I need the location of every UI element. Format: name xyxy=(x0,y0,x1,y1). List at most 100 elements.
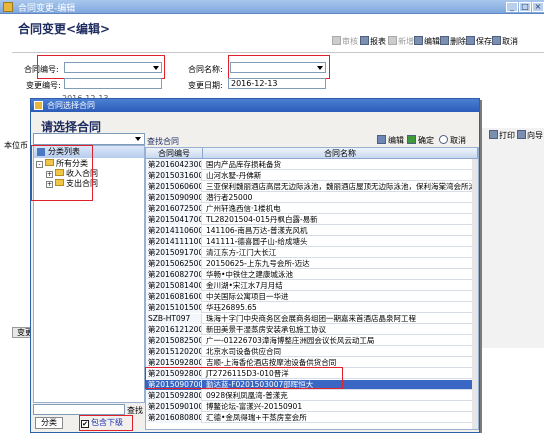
contract-name-cell: 潜行者25000 xyxy=(206,193,253,202)
toolbar-edit-button[interactable]: 编辑 xyxy=(414,36,440,48)
table-row[interactable]: 第201411110008<号> 141111-德喜圆子山-给成塘头 xyxy=(146,237,478,247)
edit-icon xyxy=(377,135,386,144)
grid-scrollbar[interactable] xyxy=(472,159,478,429)
wizard-icon xyxy=(517,130,526,139)
maximize-button[interactable]: □ xyxy=(519,2,531,12)
contract-name-cell: 国内产品库存损耗备货 xyxy=(206,160,281,169)
dialog-app-icon xyxy=(34,101,43,110)
toolbar-save-button[interactable]: 保存 xyxy=(466,36,492,48)
dialog-titlebar: 合同选择合同 xyxy=(31,99,479,112)
contract-no-cell: 第201508250002<号> xyxy=(146,336,202,346)
contract-no-cell: 第201411060007<号> xyxy=(146,226,202,236)
table-row[interactable]: 第201506250001<号> 20150625-上东九号会所-迈达 xyxy=(146,259,478,269)
contract-name-cell: 20150625-上东九号会所-迈达 xyxy=(206,259,310,268)
tree-search-input[interactable] xyxy=(33,404,125,415)
table-row[interactable]: 第201612120011<号> 新田美景干湿蒸房安装承包施工协议 xyxy=(146,325,478,335)
contract-no-cell: 第201503160004<号> xyxy=(146,171,202,181)
change-date-label: 变更日期: xyxy=(188,81,223,90)
contract-name-cell: TL28201504-015丹枫白露-易新 xyxy=(206,215,318,224)
contract-name-cell: 华畅•中铁住之建康城泳池 xyxy=(206,270,293,279)
page-title: 合同变更<编辑> xyxy=(18,22,111,36)
table-row[interactable]: 第201503160004<号> 山河水墅-丹佛斯 xyxy=(146,171,478,181)
change-date-input[interactable]: 2016-12-13 xyxy=(228,78,326,89)
save-icon xyxy=(466,36,475,45)
contract-no-cell: 第201608160007<号> xyxy=(146,292,202,302)
table-row[interactable]: 第201509010007<号> 博鳌论坛-富漾兴-20150901 xyxy=(146,402,478,412)
table-row[interactable]: 第201608270001<号> 华畅•中铁住之建康城泳池 xyxy=(146,270,478,280)
toolbar-report-button[interactable]: 报表 xyxy=(360,36,386,48)
table-row[interactable]: 第201510150003<号> 华珏26895.65 xyxy=(146,303,478,313)
contract-name-highlight xyxy=(228,55,330,79)
table-row[interactable]: 第201607250023<号> 广州轩逸西信·1楼机电 xyxy=(146,204,478,214)
cancel-icon xyxy=(439,135,448,144)
grid-header: 合同编号 合同名称 xyxy=(146,148,478,159)
window-title: 合同变更-编辑 xyxy=(18,4,76,14)
toolbar-divider xyxy=(12,52,544,53)
selected-row-highlight xyxy=(145,367,343,389)
contract-no-cell: 第201612120011<号> xyxy=(146,325,202,335)
contract-no-cell: SZB-HT097 xyxy=(146,314,202,324)
contract-name-cell: 广州轩逸西信·1楼机电 xyxy=(206,204,281,213)
contract-no-cell: 第201512020005<号> xyxy=(146,347,202,357)
wizard-button[interactable]: 向导 xyxy=(517,130,543,142)
contract-no-cell: 第201509090018<号> xyxy=(146,193,202,203)
dialog-confirm-button[interactable]: 确定 xyxy=(407,135,434,146)
window-titlebar: 合同变更-编辑 _ □ × xyxy=(0,0,544,14)
dialog-edit-button[interactable]: 编辑 xyxy=(377,135,404,146)
table-row[interactable]: 第201506060002<号> 三亚保利魏丽酒店高层无边际泳池，魏丽酒店屋顶无边… xyxy=(146,182,478,192)
contract-name-cell: 山河水墅-丹佛斯 xyxy=(206,171,262,180)
contract-name-cell: 141111-德喜圆子山-给成塘头 xyxy=(206,237,308,246)
contract-no-cell: 第201506060002<号> xyxy=(146,182,202,192)
table-row[interactable]: 第201508140003<号> 金川湖•宋江水7月月结 xyxy=(146,281,478,291)
dialog-cancel-button[interactable]: 取消 xyxy=(439,135,466,146)
report-icon xyxy=(360,36,369,45)
table-row[interactable]: 第201512020005<号> 北京水司设备供应合同 xyxy=(146,347,478,357)
toolbar-audit-button[interactable]: 审核 xyxy=(332,36,358,48)
contract-no-cell: 第201510150003<号> xyxy=(146,303,202,313)
contract-name-cell: 新田美景干湿蒸房安装承包施工协议 xyxy=(206,325,326,334)
table-row[interactable]: 第201411060007<号> 141106-南昌万达-普漾克风机 xyxy=(146,226,478,236)
currency-label: 本位币 xyxy=(4,141,28,150)
column-header-contract-no[interactable]: 合同编号 xyxy=(146,148,203,159)
contract-no-cell: 第201509170013<号> xyxy=(146,248,202,258)
table-row[interactable]: 第201509280014<号> 0928保利凤凰湾-普漾克 xyxy=(146,391,478,401)
contract-name-cell: 华珏26895.65 xyxy=(206,303,257,312)
contract-no-cell: 第201604230010<号> xyxy=(146,160,202,170)
contract-name-cell: 珠海十字门中央商务区会展商务组团一期嘉来首酒店晶泉阿工程 xyxy=(206,314,416,323)
contract-no-cell: 第201509010007<号> xyxy=(146,402,202,412)
tab-category[interactable]: 分类 xyxy=(35,417,63,429)
table-row[interactable]: 第201604230010<号> 国内产品库存损耗备货 xyxy=(146,160,478,170)
toolbar-cancel-button[interactable]: 取消 xyxy=(492,36,518,48)
contract-no-cell: 第201509280014<号> xyxy=(146,391,202,401)
toolbar-delete-button[interactable]: 删除 xyxy=(440,36,466,48)
minimize-button[interactable]: _ xyxy=(506,2,518,12)
contract-no-cell: 第201608080002<号> xyxy=(146,413,202,423)
right-side-panel: 打印 向导 xyxy=(480,128,544,348)
dialog-title: 合同选择合同 xyxy=(47,101,95,110)
print-button[interactable]: 打印 xyxy=(489,130,515,142)
contract-no-cell: 第201506250001<号> xyxy=(146,259,202,269)
edit-icon xyxy=(414,36,423,45)
table-row[interactable]: 第201509090018<号> 潜行者25000 xyxy=(146,193,478,203)
contract-name-cell: 汇德•金凤得瑞+干蒸房室会所 xyxy=(206,413,307,422)
contract-name-cell: 0928保利凤凰湾-普漾克 xyxy=(206,391,288,400)
contract-no-highlight xyxy=(37,55,165,79)
toolbar-new-button[interactable]: 新增 xyxy=(388,36,414,48)
contract-name-cell: 金川湖•宋江水7月月结 xyxy=(206,281,283,290)
close-button[interactable]: × xyxy=(532,2,544,12)
check-icon xyxy=(407,135,416,144)
chevron-down-icon xyxy=(135,137,141,141)
table-row[interactable]: 第201509170013<号> 清江东方-江门大长江 xyxy=(146,248,478,258)
table-row[interactable]: 第201608080002<号> 汇德•金凤得瑞+干蒸房室会所 xyxy=(146,413,478,423)
contract-name-cell: 广一-01226703漳海博整庄洲园会议长风云动工局 xyxy=(206,336,375,345)
cancel-icon xyxy=(492,36,501,45)
table-row[interactable]: 第201508250002<号> 广一-01226703漳海博整庄洲园会议长风云动… xyxy=(146,336,478,346)
table-row[interactable]: 第201608160007<号> 中关国际公寓项目一华进 xyxy=(146,292,478,302)
delete-icon xyxy=(440,36,449,45)
column-header-contract-name[interactable]: 合同名称 xyxy=(203,148,478,159)
select-contract-dialog: 合同选择合同 请选择合同 分类列表 - 所有分类 + 收入合同 + 支出合同 查找 分… xyxy=(30,98,480,433)
table-row[interactable]: 第201504170019<号> TL28201504-015丹枫白露-易新 xyxy=(146,215,478,225)
table-row[interactable]: SZB-HT097 珠海十字门中央商务区会展商务组团一期嘉来首酒店晶泉阿工程 xyxy=(146,314,478,324)
change-no-input[interactable] xyxy=(64,78,162,89)
category-combo[interactable] xyxy=(33,133,145,145)
